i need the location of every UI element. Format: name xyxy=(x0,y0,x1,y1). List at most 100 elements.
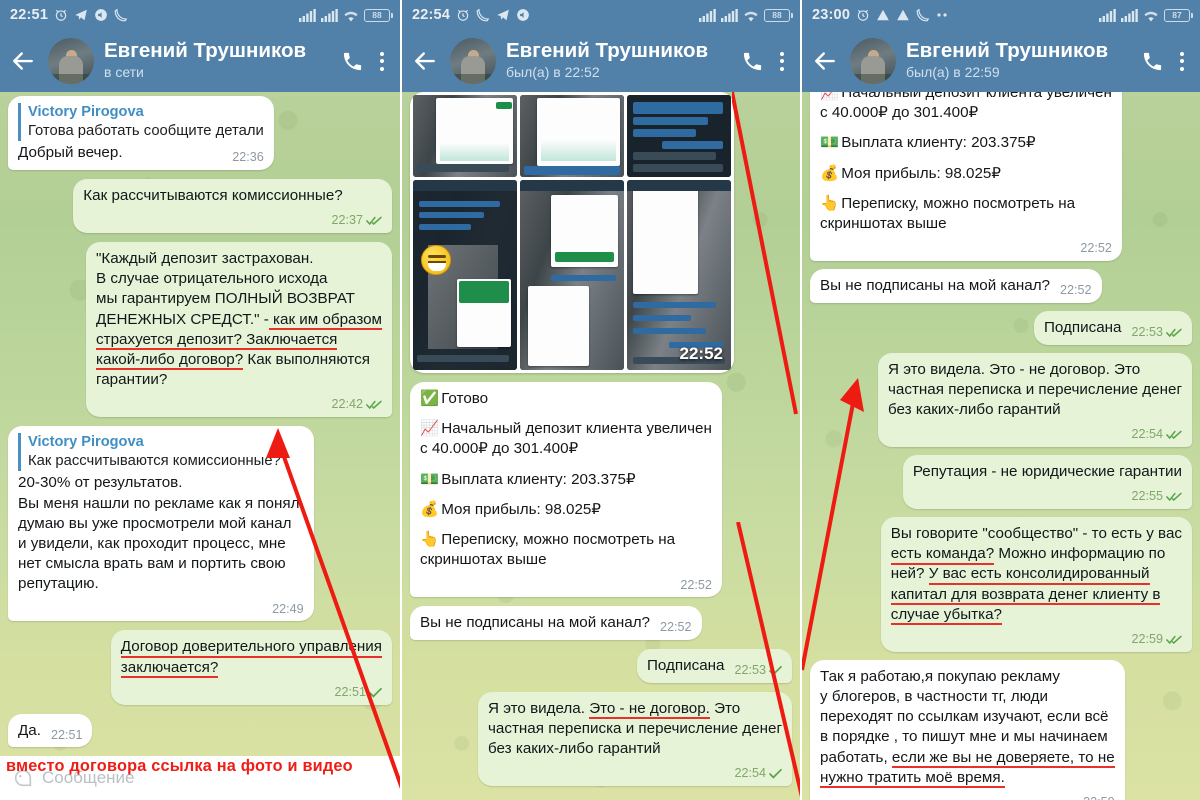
reply-author: Victory Pirogova xyxy=(28,434,144,451)
message-row: Как рассчитываются комиссионные? 22:37 xyxy=(8,178,392,233)
media-thumbnail[interactable] xyxy=(520,95,624,177)
contact-name: Евгений Трушников xyxy=(906,39,1109,62)
message-bubble[interactable]: Victory Pirogova Как рассчитываются коми… xyxy=(8,426,314,622)
message-meta: 22:52 xyxy=(1080,240,1112,257)
message-bubble[interactable]: Да. 22:51 xyxy=(8,713,93,748)
reply-text: Готова работать сообщите детали xyxy=(28,122,264,139)
message-bubble[interactable]: Репутация - не юридические гарантии 22:5… xyxy=(902,454,1192,509)
avatar[interactable] xyxy=(48,38,94,84)
message-text: Подписана xyxy=(1044,318,1122,336)
back-arrow-icon[interactable] xyxy=(410,46,440,76)
message-bubble[interactable]: Вы не подписаны на мой канал? 22:52 xyxy=(410,606,702,640)
message-bubble[interactable]: Как рассчитываются комиссионные? 22:37 xyxy=(73,178,392,233)
media-thumbnail[interactable] xyxy=(520,180,624,370)
message-line: 💵 Выплата клиенту: 203.375₽ xyxy=(420,470,712,490)
message-bubble[interactable]: Victory Pirogova Готова работать сообщит… xyxy=(8,96,274,170)
avatar[interactable] xyxy=(850,38,896,84)
media-thumbnail[interactable] xyxy=(627,95,731,177)
message-meta: 22:54 xyxy=(734,765,782,782)
chat-header-3: Евгений Трушников был(а) в 22:59 xyxy=(802,30,1200,92)
media-album[interactable]: 22:52 xyxy=(410,92,734,373)
message-time: 22:52 xyxy=(1060,283,1092,298)
phone-icon[interactable] xyxy=(741,50,764,73)
chat-body-3: 📈 Начальный депозит клиента увеличен с 40… xyxy=(802,92,1200,800)
message-bubble[interactable]: "Каждый депозит застрахован. В случае от… xyxy=(86,241,392,418)
avatar[interactable] xyxy=(450,38,496,84)
message-row: Victory Pirogova Готова работать сообщит… xyxy=(8,96,392,170)
quoted-reply[interactable]: Victory Pirogova Готова работать сообщит… xyxy=(18,103,264,142)
message-bubble[interactable]: 📈 Начальный депозит клиента увеличен с 40… xyxy=(810,92,1122,262)
message-meta: 22:52 xyxy=(1060,282,1092,299)
media-thumbnail[interactable] xyxy=(413,180,517,370)
phone-icon[interactable] xyxy=(341,50,364,73)
message-text: Так я работаю,я покупаю рекламу у блогер… xyxy=(820,667,1115,789)
message-line: 💰 Моя прибыль: 98.025₽ xyxy=(420,500,712,520)
single-check-icon xyxy=(369,687,382,698)
quoted-reply[interactable]: Victory Pirogova Как рассчитываются коми… xyxy=(18,433,304,472)
message-time: 22:54 xyxy=(1131,427,1163,442)
phone-icon[interactable] xyxy=(1141,50,1164,73)
message-row: 📈 Начальный депозит клиента увеличен с 40… xyxy=(810,92,1192,262)
message-bubble[interactable]: Вы не подписаны на мой канал? 22:52 xyxy=(810,269,1102,303)
media-timestamp: 22:52 xyxy=(679,344,723,363)
double-check-icon xyxy=(366,215,382,226)
message-text: Я это видела. Это - не договор. Это част… xyxy=(488,699,782,758)
message-meta: 22:51 xyxy=(334,684,382,701)
message-bubble[interactable]: Договор доверительного управления заключ… xyxy=(110,630,392,705)
message-list-2: 22:52 ✅ Готово 📈 Начальный депозит клиен… xyxy=(402,92,800,800)
battery-icon: 88 xyxy=(364,8,393,22)
contact-name: Евгений Трушников xyxy=(506,39,709,62)
message-bubble[interactable]: Подписана 22:53 xyxy=(637,649,792,683)
overflow-menu-icon[interactable] xyxy=(776,50,788,73)
missed-call-icon xyxy=(476,8,490,22)
message-time: 22:53 xyxy=(1131,324,1163,339)
message-meta: 22:53 xyxy=(1131,324,1182,341)
message-line: 👆 Переписку, можно посмотреть на скриншот… xyxy=(420,531,676,569)
status-bar-1: 22:51 88 xyxy=(0,0,400,30)
message-time: 22:42 xyxy=(331,397,363,412)
more-notifications-icon xyxy=(936,12,950,18)
back-arrow-icon[interactable] xyxy=(8,46,38,76)
message-bubble[interactable]: Так я работаю,я покупаю рекламу у блогер… xyxy=(810,659,1125,800)
message-meta: 22:55 xyxy=(1131,488,1182,505)
message-text: Вы не подписаны на мой канал? xyxy=(420,614,651,632)
message-line: ✅ Готово xyxy=(420,389,712,409)
message-bubble[interactable]: ✅ Готово 📈 Начальный депозит клиента уве… xyxy=(410,382,722,598)
check-mark-emoji: ✅ xyxy=(420,390,439,407)
message-bubble[interactable]: Я это видела. Это - не договор. Это част… xyxy=(878,352,1192,447)
three-panel-screenshot-collage: 22:51 88 Евгений Трушников в сети Victor… xyxy=(0,0,1200,800)
banknote-emoji: 💵 xyxy=(420,470,439,488)
message-meta: 22:54 xyxy=(1131,426,1182,443)
message-meta: 22:53 xyxy=(734,662,782,679)
message-row: Вы не подписаны на мой канал? 22:52 xyxy=(810,269,1192,303)
message-text: Вы не подписаны на мой канал? xyxy=(820,277,1051,295)
message-meta: 22:52 xyxy=(680,577,712,594)
warning-triangle-icon xyxy=(876,8,890,22)
status-bar-3: 23:00 87 xyxy=(802,0,1200,30)
overflow-menu-icon[interactable] xyxy=(1176,50,1188,73)
message-time: 22:54 xyxy=(734,766,766,781)
message-time: 22:51 xyxy=(50,727,83,742)
chat-panel-1: 22:51 88 Евгений Трушников в сети Victor… xyxy=(0,0,400,800)
message-line: 📈 Начальный депозит клиента увеличен с 40… xyxy=(420,420,712,458)
message-time: 22:55 xyxy=(1131,489,1163,504)
message-row: "Каждый депозит застрахован. В случае от… xyxy=(8,241,392,418)
message-bubble[interactable]: Я это видела. Это - не договор. Это част… xyxy=(478,691,792,787)
media-thumbnail[interactable] xyxy=(413,95,517,177)
money-bag-emoji: 💰 xyxy=(820,164,839,182)
banknote-emoji: 💵 xyxy=(820,134,839,152)
message-bubble[interactable]: Вы говорите "сообщество" - то есть у вас… xyxy=(880,516,1192,652)
overflow-menu-icon[interactable] xyxy=(376,50,388,73)
message-text: Подписана xyxy=(647,657,725,674)
message-bubble[interactable]: Подписана 22:53 xyxy=(1034,310,1192,345)
back-arrow-icon[interactable] xyxy=(810,46,840,76)
message-text: 20-30% от результатов. Вы меня нашли по … xyxy=(18,474,304,593)
message-row: Договор доверительного управления заключ… xyxy=(8,630,392,705)
message-list-3: 📈 Начальный депозит клиента увеличен с 40… xyxy=(802,92,1200,800)
media-thumbnail[interactable]: 22:52 xyxy=(627,180,731,370)
alarm-clock-icon xyxy=(54,8,68,22)
double-check-icon xyxy=(1166,634,1182,645)
signal-bars-icon-2 xyxy=(1121,8,1138,22)
chat-body-1: Victory Pirogova Готова работать сообщит… xyxy=(0,92,400,800)
message-row: Я это видела. Это - не договор. Это част… xyxy=(410,691,792,787)
